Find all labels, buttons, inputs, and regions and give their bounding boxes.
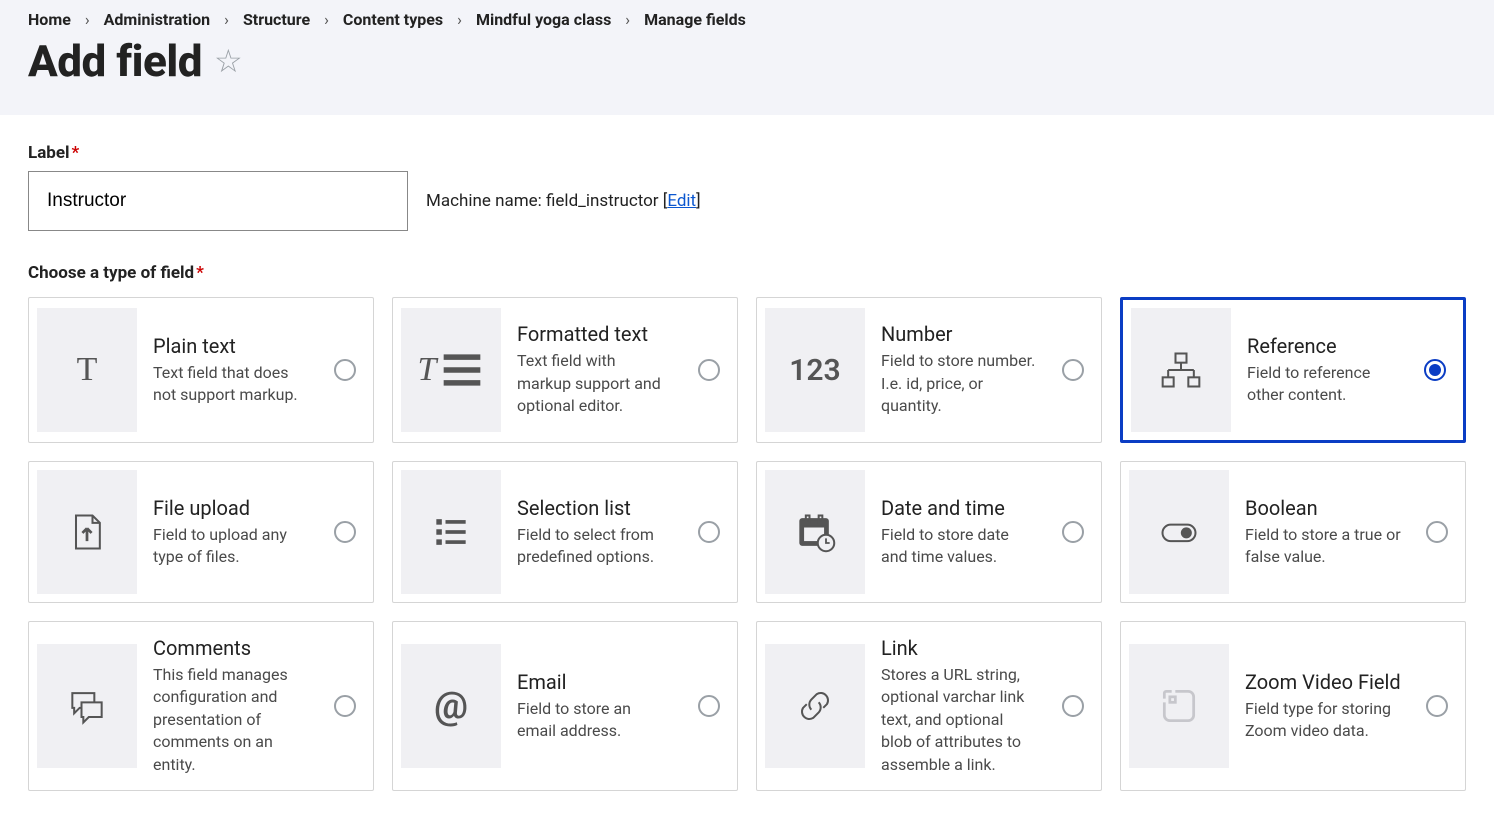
favorite-star-icon[interactable]: ☆	[214, 42, 243, 80]
field-type-radio[interactable]	[698, 695, 720, 717]
field-type-card-comments[interactable]: Comments This field manages configuratio…	[28, 621, 374, 791]
breadcrumb-item-content-types[interactable]: Content types	[343, 10, 443, 29]
machine-name-edit-link[interactable]: Edit	[667, 191, 696, 211]
number-icon: 123	[765, 308, 865, 432]
breadcrumb-item-mindful-yoga-class[interactable]: Mindful yoga class	[476, 10, 611, 29]
field-type-radio[interactable]	[334, 521, 356, 543]
field-type-desc: Field to select from predefined options.	[517, 524, 673, 569]
field-type-radio[interactable]	[1424, 359, 1446, 381]
required-mark: *	[72, 143, 80, 163]
breadcrumb-separator: ›	[224, 10, 229, 29]
field-type-card-file-upload[interactable]: File upload Field to upload any type of …	[28, 461, 374, 603]
field-type-radio[interactable]	[698, 521, 720, 543]
breadcrumb: Home › Administration › Structure › Cont…	[28, 10, 1466, 29]
breadcrumb-item-manage-fields[interactable]: Manage fields	[644, 10, 746, 29]
choose-type-label: Choose a type of field*	[28, 263, 1466, 283]
breadcrumb-separator: ›	[324, 10, 329, 29]
field-type-title: Date and time	[881, 496, 1037, 520]
field-type-card-formatted-text[interactable]: T Formatted text Text field with markup …	[392, 297, 738, 443]
field-type-card-link[interactable]: Link Stores a URL string, optional varch…	[756, 621, 1102, 791]
breadcrumb-item-structure[interactable]: Structure	[243, 10, 310, 29]
field-type-desc: Text field that does not support markup.	[153, 362, 309, 407]
field-type-desc: Field to store an email address.	[517, 698, 673, 743]
content-region: Label* Machine name: field_instructor [E…	[0, 115, 1494, 819]
required-mark: *	[196, 263, 204, 283]
field-type-desc: Text field with markup support and optio…	[517, 350, 673, 417]
field-type-radio[interactable]	[1062, 521, 1084, 543]
machine-name-text: Machine name: field_instructor [Edit]	[426, 191, 701, 211]
field-type-card-zoom-video[interactable]: Zoom Video Field Field type for storing …	[1120, 621, 1466, 791]
header-region: Home › Administration › Structure › Cont…	[0, 0, 1494, 115]
field-type-radio[interactable]	[334, 695, 356, 717]
field-type-radio[interactable]	[1426, 695, 1448, 717]
date-time-icon	[765, 470, 865, 594]
field-type-desc: Field to store number. I.e. id, price, o…	[881, 350, 1037, 417]
field-type-title: Comments	[153, 636, 309, 660]
field-type-desc: This field manages configuration and pre…	[153, 664, 309, 776]
field-type-radio[interactable]	[1426, 521, 1448, 543]
link-icon	[765, 644, 865, 768]
field-type-radio[interactable]	[1062, 695, 1084, 717]
field-type-title: Number	[881, 322, 1037, 346]
page-title: Add field	[28, 35, 202, 87]
formatted-text-icon: T	[401, 308, 501, 432]
selection-list-icon	[401, 470, 501, 594]
breadcrumb-item-administration[interactable]: Administration	[104, 10, 211, 29]
field-type-desc: Field to store a true or false value.	[1245, 524, 1401, 569]
field-type-card-boolean[interactable]: Boolean Field to store a true or false v…	[1120, 461, 1466, 603]
field-type-desc: Stores a URL string, optional varchar li…	[881, 664, 1037, 776]
field-type-card-date-time[interactable]: Date and time Field to store date and ti…	[756, 461, 1102, 603]
zoom-video-icon	[1129, 644, 1229, 768]
email-icon: @	[401, 644, 501, 768]
comments-icon	[37, 644, 137, 768]
label-input[interactable]	[28, 171, 408, 231]
field-type-title: Zoom Video Field	[1245, 670, 1401, 694]
field-type-title: File upload	[153, 496, 309, 520]
breadcrumb-separator: ›	[625, 10, 630, 29]
field-type-card-number[interactable]: 123 Number Field to store number. I.e. i…	[756, 297, 1102, 443]
breadcrumb-separator: ›	[457, 10, 462, 29]
breadcrumb-item-home[interactable]: Home	[28, 10, 71, 29]
field-type-title: Plain text	[153, 334, 309, 358]
field-type-card-email[interactable]: @ Email Field to store an email address.	[392, 621, 738, 791]
field-type-grid: T Plain text Text field that does not su…	[28, 297, 1466, 791]
field-type-radio[interactable]	[1062, 359, 1084, 381]
boolean-icon	[1129, 470, 1229, 594]
field-type-card-plain-text[interactable]: T Plain text Text field that does not su…	[28, 297, 374, 443]
reference-icon	[1131, 308, 1231, 432]
field-type-card-reference[interactable]: Reference Field to reference other conte…	[1120, 297, 1466, 443]
field-type-desc: Field to reference other content.	[1247, 362, 1399, 407]
field-type-title: Reference	[1247, 334, 1399, 358]
plain-text-icon: T	[37, 308, 137, 432]
field-type-title: Selection list	[517, 496, 673, 520]
field-type-radio[interactable]	[334, 359, 356, 381]
field-type-desc: Field type for storing Zoom video data.	[1245, 698, 1401, 743]
field-type-title: Boolean	[1245, 496, 1401, 520]
field-type-card-selection-list[interactable]: Selection list Field to select from pred…	[392, 461, 738, 603]
label-field-label: Label*	[28, 143, 1466, 163]
field-type-radio[interactable]	[698, 359, 720, 381]
field-type-title: Link	[881, 636, 1037, 660]
field-type-desc: Field to store date and time values.	[881, 524, 1037, 569]
breadcrumb-separator: ›	[85, 10, 90, 29]
field-type-desc: Field to upload any type of files.	[153, 524, 309, 569]
field-type-title: Email	[517, 670, 673, 694]
field-type-title: Formatted text	[517, 322, 673, 346]
file-upload-icon	[37, 470, 137, 594]
